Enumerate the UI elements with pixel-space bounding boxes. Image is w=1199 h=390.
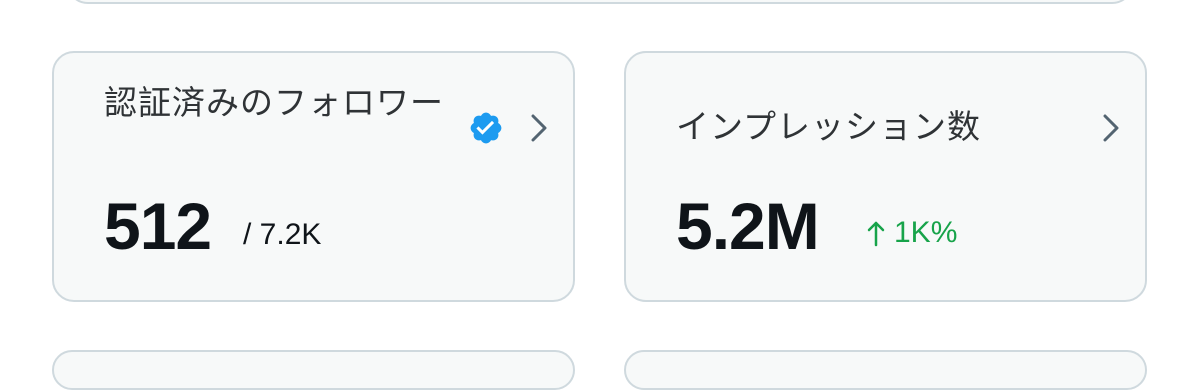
verified-followers-count: 512 — [104, 189, 212, 263]
chevron-right-icon[interactable] — [528, 110, 550, 146]
card-bottom-partial-left[interactable] — [52, 350, 575, 390]
impressions-count: 5.2M — [676, 189, 820, 263]
verified-badge-icon — [470, 112, 502, 144]
card-title: インプレッション数 — [676, 107, 982, 146]
card-top-partial[interactable] — [66, 0, 1134, 4]
arrow-up-icon — [867, 221, 885, 247]
delta-value: 1K% — [894, 216, 958, 249]
card-title: 認証済みのフォロワー — [104, 83, 444, 122]
impressions-delta: 1K% — [866, 215, 957, 251]
card-bottom-partial-right[interactable] — [624, 350, 1147, 390]
total-followers: / 7.2K — [243, 218, 322, 251]
verified-followers-card[interactable]: 認証済みのフォロワー 512 / 7.2K — [52, 51, 575, 302]
chevron-right-icon[interactable] — [1100, 110, 1122, 146]
impressions-card[interactable]: インプレッション数 5.2M 1K% — [624, 51, 1147, 302]
